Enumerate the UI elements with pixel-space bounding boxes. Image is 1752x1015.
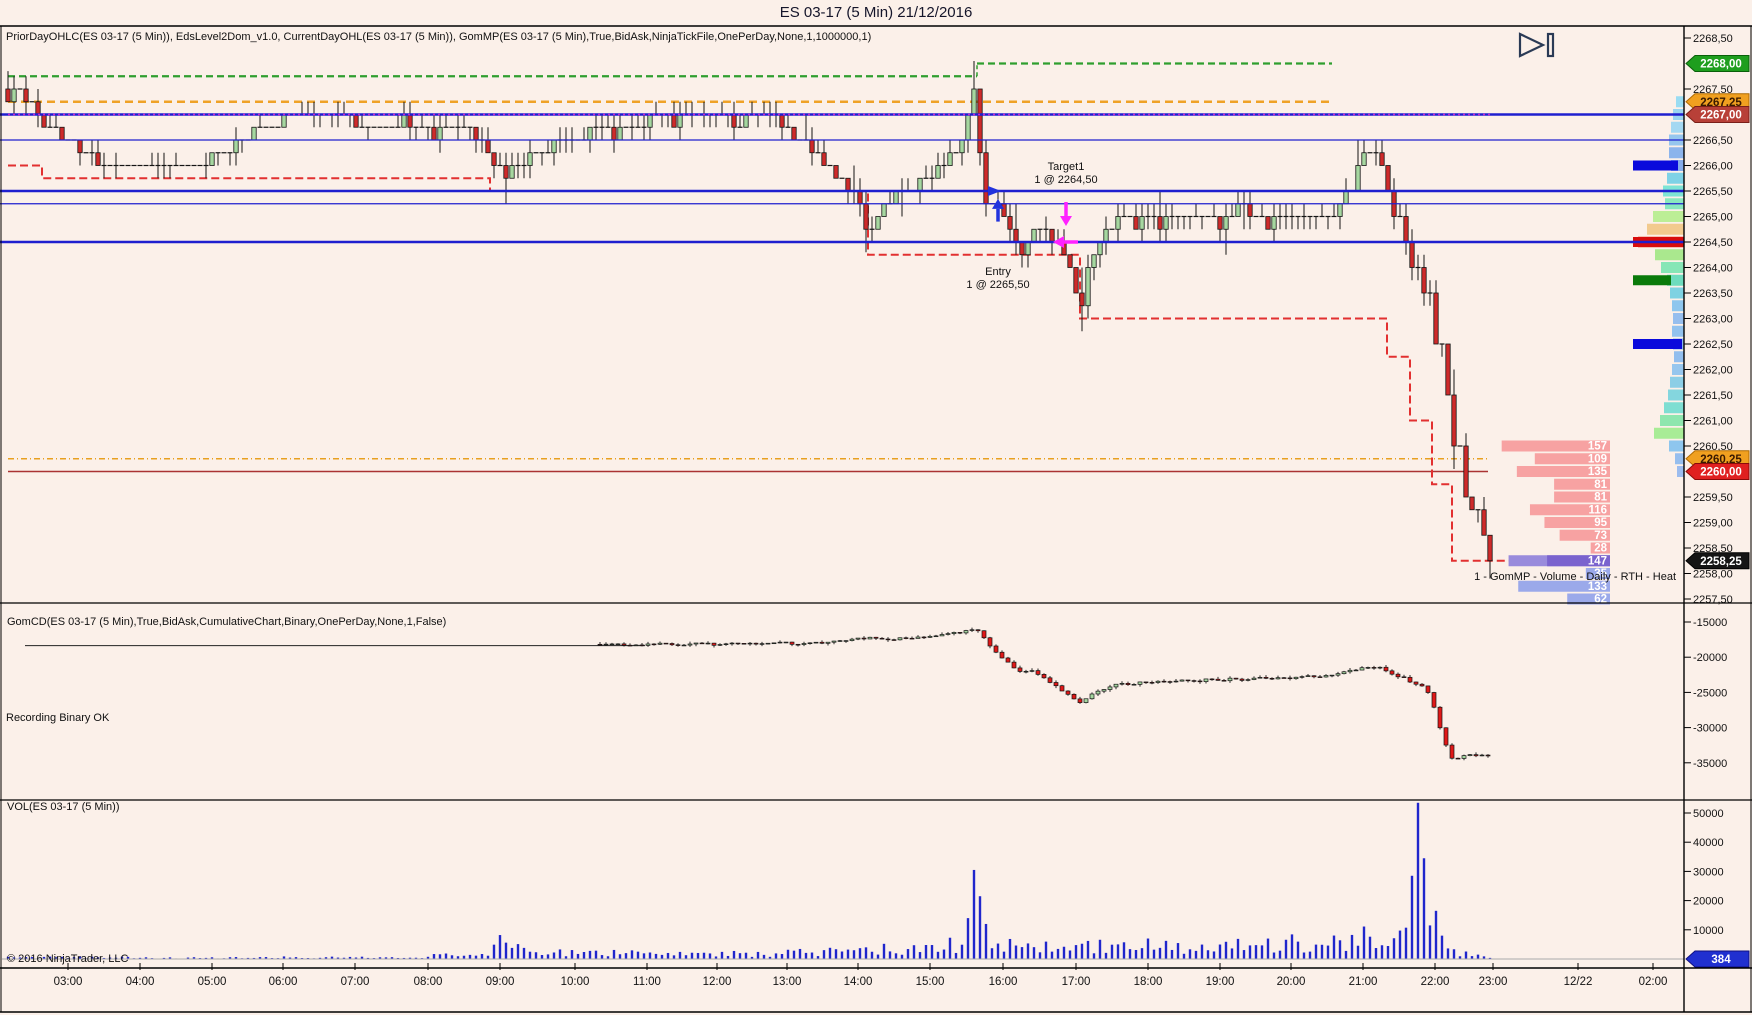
delta-tick-label: -30000 [1693,723,1727,735]
price-tick-label: 2266,00 [1693,161,1733,173]
time-tick-label: 18:00 [1134,976,1163,988]
time-tick-label: 12/22 [1564,976,1593,988]
svg-text:81: 81 [1594,479,1607,491]
price-candles [5,60,1493,579]
time-tick-label: 15:00 [916,976,945,988]
recording-status-text: Recording Binary OK [6,712,110,724]
price-tick-label: 2261,00 [1693,416,1733,428]
svg-text:384: 384 [1711,954,1731,966]
time-tick-label: 05:00 [198,976,227,988]
price-tick-label: 2261,50 [1693,390,1733,402]
time-tick-label: 04:00 [126,976,155,988]
time-tick-label: 02:00 [1639,976,1668,988]
svg-text:2268,00: 2268,00 [1700,59,1742,71]
time-tick-label: 06:00 [269,976,298,988]
time-tick-label: 16:00 [989,976,1018,988]
svg-text:Target1: Target1 [1048,161,1085,173]
price-tick-label: 2257,50 [1693,594,1733,606]
skip-to-last-bar-icon[interactable] [1518,32,1555,58]
svg-text:2267,00: 2267,00 [1700,110,1742,122]
copyright-notice: © 2016 NinjaTrader, LLC [7,953,129,965]
price-tick-label: 2262,50 [1693,339,1733,351]
price-tick-label: 2268,50 [1693,33,1733,45]
volume-tick-label: 30000 [1693,866,1724,878]
svg-text:62: 62 [1594,594,1607,606]
time-tick-label: 10:00 [561,976,590,988]
volume-profile-caption: 1 - GomMP - Volume - Daily - RTH - Heat [1474,571,1676,583]
svg-text:1 @ 2265,50: 1 @ 2265,50 [966,279,1029,291]
main-panel-indicator-label: PriorDayOHLC(ES 03-17 (5 Min)), EdsLevel… [6,31,872,43]
axes: 2268,502267,502266,502266,002265,502265,… [54,33,1750,988]
time-tick-label: 03:00 [54,976,83,988]
price-tick-label: 2259,00 [1693,518,1733,530]
gomcd-panel-indicator-label: GomCD(ES 03-17 (5 Min),True,BidAsk,Cumul… [7,616,447,628]
delta-tick-label: -20000 [1693,652,1727,664]
panel-frame [0,25,1752,1013]
svg-text:95: 95 [1594,517,1607,529]
delta-tick-label: -25000 [1693,687,1727,699]
volume-panel-indicator-label: VOL(ES 03-17 (5 Min)) [7,801,120,813]
price-tick-label: 2264,00 [1693,263,1733,275]
price-tick-label: 2258,00 [1693,569,1733,581]
time-tick-label: 09:00 [486,976,515,988]
price-tick-label: 2265,00 [1693,212,1733,224]
ninjatrader-chart-window: 157 109 135 81 81 116 95 73 28 147 35 133 62 2268,50 2… [0,0,1752,1015]
time-tick-label: 12:00 [703,976,732,988]
cumulative-delta-candles [25,627,1491,761]
volume-tick-label: 40000 [1693,837,1724,849]
volume-tick-label: 10000 [1693,925,1724,937]
price-tick-label: 2262,00 [1693,365,1733,377]
svg-text:2258,25: 2258,25 [1700,556,1742,568]
time-tick-label: 22:00 [1421,976,1450,988]
svg-text:73: 73 [1594,530,1607,542]
price-tick-label: 2266,50 [1693,135,1733,147]
trade-annotations: Entry1 @ 2265,50 Target11 @ 2264,50 [966,32,1555,291]
price-tick-label: 2263,00 [1693,314,1733,326]
time-tick-label: 20:00 [1277,976,1306,988]
svg-text:135: 135 [1588,466,1608,478]
time-tick-label: 21:00 [1349,976,1378,988]
svg-text:116: 116 [1588,504,1607,516]
time-tick-label: 08:00 [414,976,443,988]
time-tick-label: 19:00 [1206,976,1235,988]
price-tick-label: 2264,50 [1693,237,1733,249]
svg-text:2260,00: 2260,00 [1700,467,1742,479]
price-tick-label: 2259,50 [1693,492,1733,504]
price-tick-label: 2265,50 [1693,186,1733,198]
svg-text:1 @ 2264,50: 1 @ 2264,50 [1034,174,1097,186]
svg-text:157: 157 [1588,441,1607,453]
time-tick-label: 17:00 [1062,976,1091,988]
svg-text:Entry: Entry [985,266,1011,278]
volume-bars [2,802,1684,960]
time-tick-label: 14:00 [844,976,873,988]
time-tick-label: 23:00 [1479,976,1508,988]
price-tick-label: 2263,50 [1693,288,1733,300]
delta-tick-label: -35000 [1693,758,1727,770]
chart-title: ES 03-17 (5 Min) 21/12/2016 [779,4,973,21]
svg-text:28: 28 [1594,543,1607,555]
volume-tick-label: 20000 [1693,896,1724,908]
svg-text:147: 147 [1588,555,1607,567]
delta-tick-label: -15000 [1693,617,1727,629]
heat-profile [1633,96,1684,477]
volume-tick-label: 50000 [1693,808,1724,820]
time-tick-label: 07:00 [341,976,370,988]
svg-text:109: 109 [1588,453,1607,465]
time-tick-label: 13:00 [773,976,802,988]
chart-canvas[interactable]: 157109135818111695732814735133622268,502… [0,0,1752,1015]
svg-text:81: 81 [1594,492,1607,504]
time-tick-label: 11:00 [633,976,661,988]
